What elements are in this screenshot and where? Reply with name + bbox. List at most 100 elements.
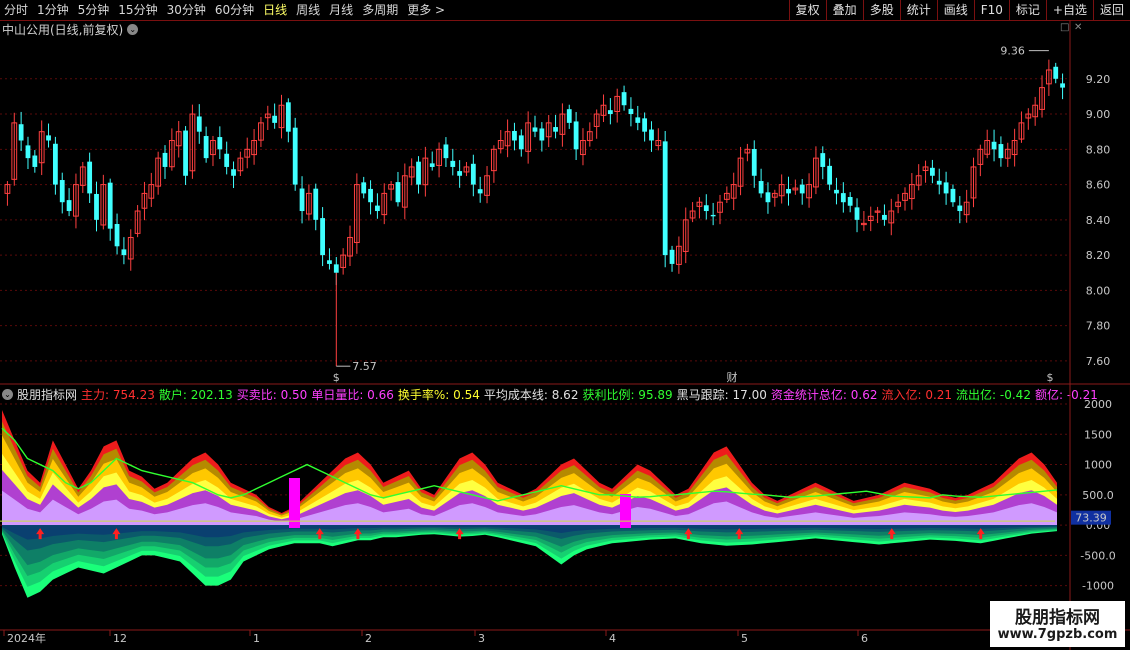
candle-body	[847, 197, 853, 206]
high-annotation: 9.36	[1000, 45, 1025, 58]
indicator-tick-label: 1000	[1084, 459, 1112, 472]
candle-body	[703, 205, 709, 212]
x-tick-label: 5	[741, 632, 748, 645]
candle-body	[121, 249, 127, 256]
candle-body	[929, 167, 935, 176]
price-tick-label: 7.80	[1086, 320, 1111, 333]
candle-body	[765, 192, 771, 203]
x-tick-label: 2024年	[7, 631, 46, 645]
event-marker: 财	[727, 370, 738, 384]
x-tick-label: 6	[861, 632, 868, 645]
candle-body	[635, 117, 641, 123]
candle-body	[368, 188, 373, 203]
candle-body	[553, 127, 558, 132]
candle-body	[66, 200, 72, 212]
candle-body	[607, 110, 613, 115]
candle-body	[840, 193, 846, 203]
indicator-tick-label: -1000	[1082, 580, 1114, 593]
price-tick-label: 8.20	[1086, 249, 1111, 262]
indicator-tick-label: 500.0	[1082, 489, 1114, 502]
candle-body	[758, 181, 764, 194]
low-annotation: 7.57	[352, 360, 377, 373]
candle-body	[333, 264, 339, 273]
candle-body	[320, 218, 325, 256]
candle-body	[217, 137, 223, 150]
candle-body	[532, 127, 538, 132]
price-tick-label: 8.40	[1086, 214, 1111, 227]
price-tick-label: 8.00	[1086, 284, 1111, 297]
candle-body	[313, 188, 319, 220]
indicator-tick-label: 1500	[1084, 428, 1112, 441]
candle-body	[669, 249, 675, 264]
candle-body	[827, 165, 833, 185]
candle-body	[950, 188, 956, 203]
candle-body	[1060, 83, 1065, 88]
candle-body	[820, 153, 826, 167]
candle-body	[991, 141, 997, 150]
candle-body	[114, 224, 120, 247]
candle-body	[1053, 66, 1059, 79]
candle-body	[834, 189, 839, 194]
candle-body	[621, 92, 627, 106]
candle-body	[799, 184, 805, 194]
price-tick-label: 9.00	[1086, 108, 1111, 121]
x-tick-label: 4	[609, 632, 616, 645]
candle-body	[710, 214, 716, 217]
candle-body	[107, 182, 113, 229]
candle-body	[518, 135, 524, 150]
candle-body	[162, 152, 168, 167]
indicator-tick-label: -500.0	[1080, 549, 1115, 562]
candle-body	[943, 182, 949, 194]
candle-body	[203, 136, 209, 159]
candle-body	[566, 109, 572, 123]
candle-body	[94, 193, 99, 220]
candle-body	[327, 260, 332, 264]
candle-body	[957, 205, 963, 212]
candle-body	[375, 205, 380, 212]
candle-body	[59, 180, 65, 203]
candle-body	[539, 128, 545, 141]
volume-spike-block	[620, 494, 631, 528]
watermark-line2: www.7gpzb.com	[997, 627, 1118, 642]
candle-body	[25, 145, 31, 159]
dividend-marker: $	[1047, 371, 1054, 384]
candle-body	[196, 116, 202, 132]
x-tick-label: 2	[365, 632, 372, 645]
candle-body	[443, 144, 449, 159]
x-tick-label: 3	[478, 632, 485, 645]
x-tick-label: 12	[113, 632, 127, 645]
candle-body	[292, 127, 298, 185]
candle-body	[786, 188, 791, 194]
candle-body	[649, 129, 654, 141]
candle-body	[854, 207, 860, 220]
volume-spike-block	[289, 478, 300, 528]
candle-body	[936, 180, 942, 185]
candle-body	[52, 143, 58, 185]
candle-body	[470, 163, 476, 185]
candle-body	[628, 108, 634, 115]
candle-body	[477, 189, 483, 194]
watermark-box: 股朋指标网 www.7gpzb.com	[990, 601, 1125, 647]
candle-body	[573, 121, 579, 150]
dividend-marker: $	[333, 371, 340, 384]
candle-body	[224, 153, 230, 167]
candle-body	[751, 149, 757, 176]
price-tick-label: 9.20	[1086, 73, 1111, 86]
watermark-line1: 股朋指标网	[1015, 608, 1100, 628]
candle-body	[512, 130, 517, 141]
candle-body	[416, 161, 421, 185]
indicator-tick-label: 2000	[1084, 398, 1112, 411]
candle-body	[395, 182, 401, 203]
candle-body	[457, 171, 463, 176]
candle-body	[18, 124, 24, 141]
price-tick-label: 8.60	[1086, 179, 1111, 192]
candle-body	[231, 169, 236, 176]
candle-body	[183, 130, 188, 176]
candle-body	[998, 144, 1004, 159]
candle-body	[272, 115, 278, 123]
stock-chart[interactable]: 9.20 9.00 8.80 8.60 8.40 8.20 8.00 7.80 7.60 7.57…	[0, 0, 1130, 650]
price-tick-label: 7.60	[1086, 355, 1111, 368]
candle-body	[87, 161, 93, 194]
candle-body	[882, 214, 887, 220]
price-tick-label: 8.80	[1086, 143, 1111, 156]
